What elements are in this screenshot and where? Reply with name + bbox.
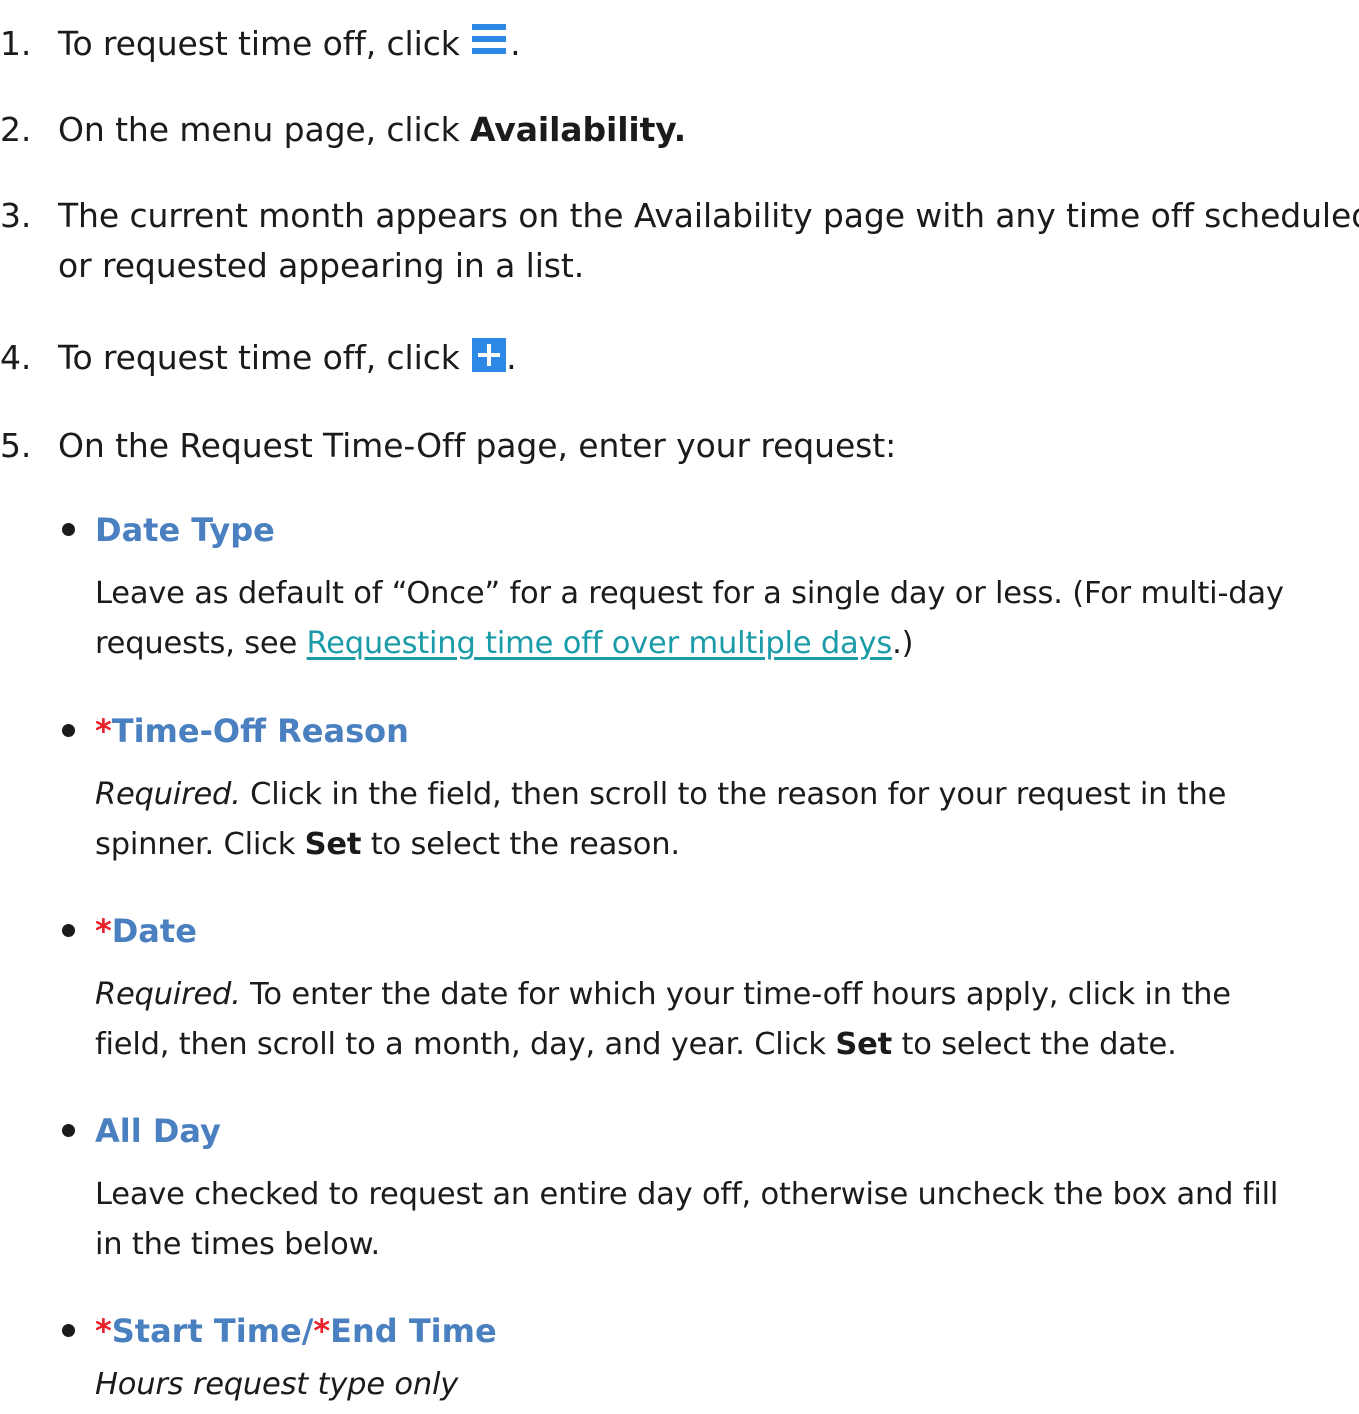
field-heading: *Start Time/*End Time [95,1312,497,1350]
step-number: 1. [0,24,32,63]
bullet-icon [62,523,75,536]
multi-day-request-link[interactable]: Requesting time off over multiple days [307,626,893,661]
field-heading: *Date [95,912,197,950]
bullet-icon [62,724,75,737]
step-number: 4. [0,338,32,377]
menu-icon [472,22,510,58]
step-text: On the Request Time-Off page, enter your… [58,426,897,465]
step-text-line-2: or requested appearing in a list. [58,246,585,285]
field-heading: All Day [95,1112,221,1150]
required-asterisk: * [95,712,112,750]
field-heading: *Time-Off Reason [95,712,409,750]
step-text: To request time off, click [58,338,471,377]
field-description: Required. To enter the date for which yo… [95,977,1231,1062]
availability-label: Availability. [470,110,687,149]
required-asterisk: * [95,912,112,950]
field-description: Leave checked to request an entire day o… [95,1177,1279,1262]
required-asterisk: * [313,1312,331,1350]
plus-icon [472,338,507,372]
bullet-icon [62,1124,75,1137]
field-heading: Date Type [95,511,275,549]
step-text-line-1: The current month appears on the Availab… [58,196,1359,235]
step-number: 2. [0,110,32,149]
step-text: To request time off, click [58,24,471,63]
step-number: 3. [0,196,32,235]
field-description: Hours request type only [95,1367,459,1402]
field-description: Leave as default of “Once” for a request… [95,576,1284,661]
field-description: Required. Click in the field, then scrol… [95,777,1227,862]
help-document: 1. To request time off, click . 2. On th… [0,0,1359,1414]
required-asterisk: * [95,1312,112,1350]
bullet-icon [62,1324,75,1337]
step-number: 5. [0,426,32,465]
step-text: On the menu page, click [58,110,471,149]
bullet-icon [62,924,75,937]
